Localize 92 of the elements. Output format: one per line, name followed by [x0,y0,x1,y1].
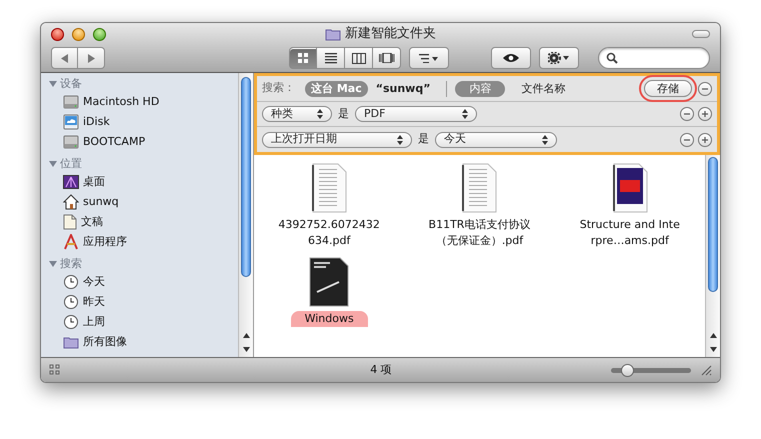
sidebar-item[interactable]: Macintosh HD [49,92,238,112]
resize-grip-icon[interactable] [701,364,712,376]
add-rule-button[interactable] [698,132,712,146]
sidebar-item[interactable]: 应用程序 [49,232,238,252]
disclosure-triangle-icon[interactable] [49,160,57,168]
slider-thumb[interactable] [621,364,634,376]
gear-icon [548,52,570,64]
zoom-button[interactable] [93,28,106,40]
view-mode-button[interactable] [373,47,401,69]
popup-menu[interactable]: 上次打开日期 [262,132,412,148]
file-item[interactable]: Windows [254,253,404,327]
sidebar-heading: 设备 [60,76,82,92]
search-label: 搜索： [262,80,295,96]
hard-drive-icon [63,94,79,110]
sidebar-item[interactable]: 今天 [49,272,238,292]
scope-option[interactable]: “sunwq” [370,80,436,96]
sidebar-heading: 位置 [60,156,82,172]
add-rule-button[interactable] [698,107,712,121]
file-name: Windows [290,311,368,327]
close-button[interactable] [51,28,64,40]
scroll-thumb[interactable] [241,77,251,277]
sidebar-item[interactable]: 桌面 [49,172,238,192]
plus-icon [701,136,709,144]
search-field[interactable] [598,47,710,69]
arrange-icon [419,54,439,62]
window-title: 新建智能文件夹 [345,25,436,44]
back-button[interactable] [51,47,78,69]
stepper-arrows-icon [462,109,468,119]
popup-menu[interactable]: 今天 [435,132,557,148]
eye-icon [502,53,520,63]
view-mode-button[interactable] [317,47,345,69]
plus-icon [701,110,709,118]
scroll-thumb[interactable] [708,157,718,292]
file-name: B11TR电话支付协议（无保证金）.pdf [428,217,532,249]
hard-drive-icon [63,134,79,150]
house-icon [63,194,79,210]
sidebar-item[interactable]: iDisk [49,112,238,132]
applications-icon [63,234,79,250]
toolbar-toggle-button[interactable] [692,30,710,38]
back-arrow-icon [60,54,68,62]
stepper-arrows-icon [317,109,323,119]
sidebar-item[interactable]: sunwq [49,192,238,212]
minimize-button[interactable] [72,28,85,40]
pdf-document-icon [311,163,348,213]
icon-view-icon [297,52,309,64]
sidebar-item[interactable]: 文稿 [49,212,238,232]
remove-rule-button[interactable] [698,82,712,96]
popup-menu[interactable]: PDF [355,106,477,122]
operator-label: 是 [418,131,429,148]
cover-flow-icon [378,53,394,63]
disclosure-triangle-icon[interactable] [49,260,57,268]
sidebar-item[interactable]: 昨天 [49,292,238,312]
document-icon [63,214,77,230]
file-item[interactable]: Structure and Interpre…ams.pdf [554,159,705,249]
stepper-arrows-icon [397,134,403,144]
smart-folder-icon [325,28,341,40]
search-field-option[interactable]: 文件名称 [507,80,580,96]
quick-look-button[interactable] [491,47,531,69]
forward-button[interactable] [78,47,105,69]
stepper-arrows-icon [542,134,548,144]
sidebar-item[interactable]: 所有图像 [49,332,238,352]
popup-menu[interactable]: 种类 [262,106,332,122]
desktop-icon [63,175,79,189]
book-cover-icon [309,257,350,307]
file-item[interactable]: B11TR电话支付协议（无保证金）.pdf [404,159,555,249]
pdf-document-icon [461,163,498,213]
operator-label: 是 [338,106,349,122]
remove-rule-button[interactable] [680,132,694,146]
book-cover-icon [612,163,648,213]
sidebar-item[interactable]: BOOTCAMP [49,132,238,152]
file-name: Structure and Interpre…ams.pdf [578,217,681,249]
clock-icon [63,314,79,330]
sidebar-resize-handle-icon[interactable] [49,364,61,376]
sidebar-heading: 搜索 [60,256,82,272]
file-name: 4392752.6072432634.pdf [277,217,381,249]
item-count: 4 项 [370,362,392,378]
smart-folder-icon [63,336,79,348]
sidebar-scrollbar[interactable] [238,73,253,357]
view-mode-button[interactable] [345,47,373,69]
clock-icon [63,274,79,290]
clock-icon [63,294,79,310]
search-icon [606,52,618,64]
action-menu-button[interactable] [539,47,579,69]
remove-rule-button[interactable] [680,107,694,121]
content-scrollbar[interactable] [705,155,720,357]
file-item[interactable]: 4392752.6072432634.pdf [254,159,404,249]
column-view-icon [352,52,366,64]
forward-arrow-icon [87,54,95,62]
sidebar-item[interactable]: 上周 [49,312,238,332]
list-view-icon [324,52,336,64]
disclosure-triangle-icon[interactable] [49,80,57,88]
arrange-button[interactable] [409,47,449,69]
